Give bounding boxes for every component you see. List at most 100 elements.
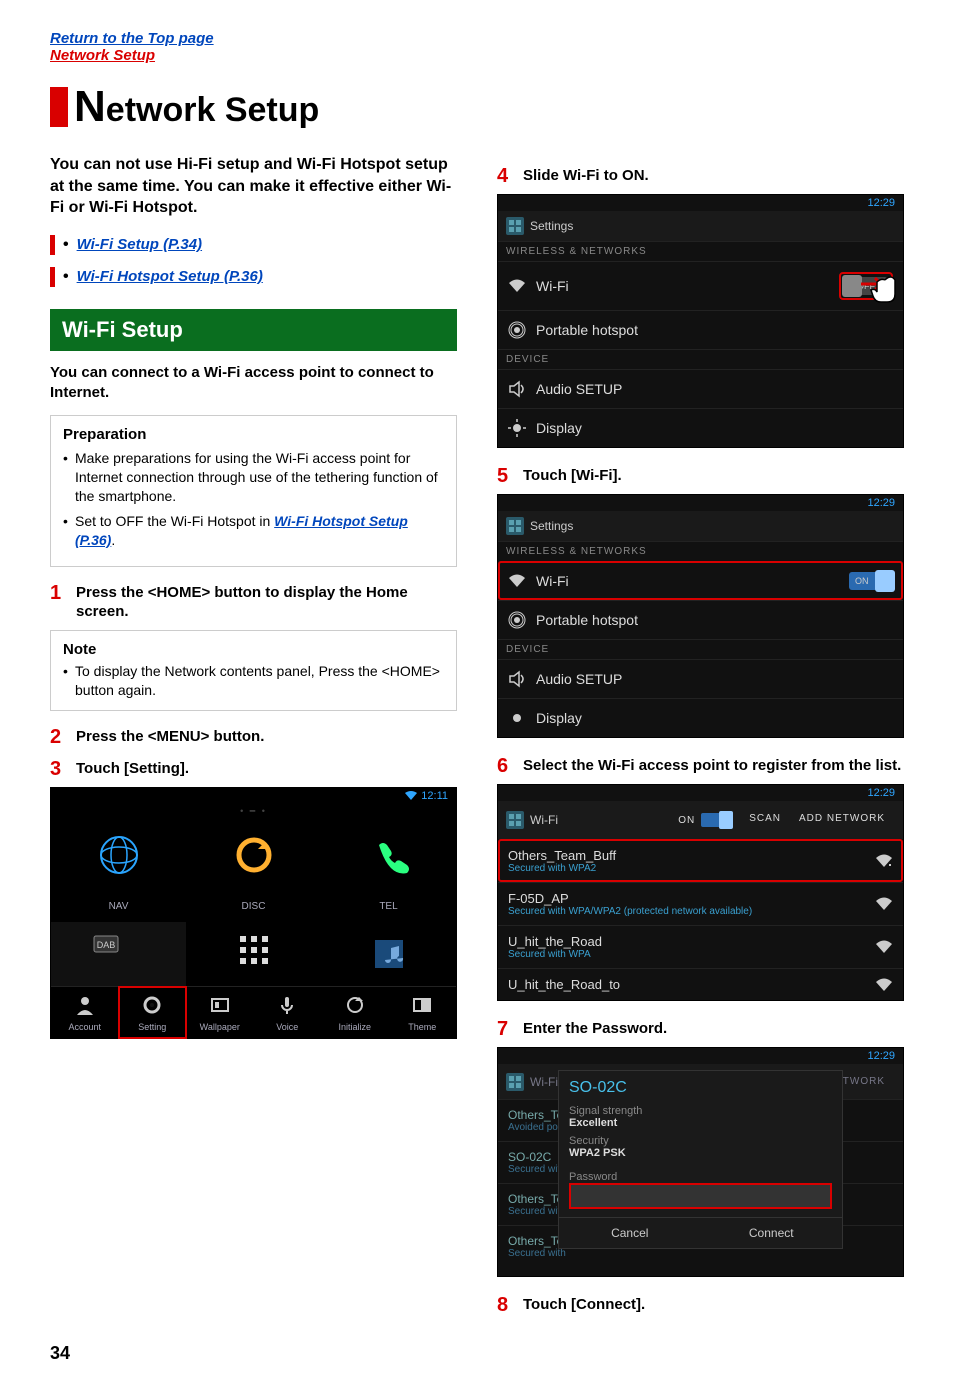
settings-title: Settings <box>530 219 573 233</box>
app-globe[interactable] <box>51 823 186 887</box>
clock: 12:11 <box>421 790 448 802</box>
section-lead: You can connect to a Wi-Fi access point … <box>50 363 457 404</box>
wifi-entry-1[interactable]: F-05D_APSecured with WPA/WPA2 (protected… <box>498 882 903 925</box>
app-dab[interactable]: DAB <box>51 922 186 986</box>
person-icon <box>75 995 95 1015</box>
link-wifi-setup: • Wi-Fi Setup (P.34) <box>50 235 457 255</box>
preparation-box: Preparation Make preparations for using … <box>50 415 457 566</box>
header-wireless: WIRELESS & NETWORKS <box>498 541 903 561</box>
note-title: Note <box>63 641 444 658</box>
app-phone[interactable] <box>321 823 456 887</box>
bottom-setting[interactable]: Setting <box>119 987 187 1038</box>
dialog-ssid: SO-02C <box>559 1071 842 1105</box>
page-title: Network Setup <box>50 82 904 132</box>
step-4: 4 Slide Wi-Fi to ON. <box>497 166 904 186</box>
note-text: To display the Network contents panel, P… <box>63 662 444 700</box>
add-network-button[interactable]: ADD NETWORK <box>799 813 885 827</box>
app-nav[interactable]: NAV <box>51 887 186 922</box>
settings-grid-icon <box>506 811 524 829</box>
screenshot-password-dialog: 12:29 Wi-Fi ADD NETWORK Others_TeaAvoide… <box>497 1047 904 1277</box>
step-2: 2 Press the <MENU> button. <box>50 727 457 747</box>
row-wifi[interactable]: Wi-Fi OFF <box>498 261 903 310</box>
screenshot-home: 12:11 • ━ • NAV DISC TEL DAB Account <box>50 787 457 1039</box>
dialog-connect-button[interactable]: Connect <box>701 1218 843 1248</box>
dialog-cancel-button[interactable]: Cancel <box>559 1218 701 1248</box>
wifi-entry-2[interactable]: U_hit_the_RoadSecured with WPA <box>498 925 903 968</box>
preparation-title: Preparation <box>63 426 444 443</box>
settings-title: Settings <box>530 519 573 533</box>
bottom-initialize[interactable]: Initialize <box>321 987 389 1038</box>
app-refresh[interactable] <box>186 823 321 887</box>
wifi-signal-icon <box>875 978 893 992</box>
wifi-icon <box>508 277 526 295</box>
header-links: Return to the Top page Network Setup <box>50 30 904 64</box>
app-music[interactable] <box>321 922 456 986</box>
step-6: 6 Select the Wi-Fi access point to regis… <box>497 756 904 776</box>
header-device: DEVICE <box>498 639 903 659</box>
row-display[interactable]: Display <box>498 408 903 447</box>
gear-icon <box>142 995 162 1015</box>
app-tel[interactable]: TEL <box>321 887 456 922</box>
bottom-voice[interactable]: Voice <box>254 987 322 1038</box>
step-8: 8 Touch [Connect]. <box>497 1295 904 1315</box>
link-wifi-hotspot-anchor[interactable]: Wi-Fi Hotspot Setup (P.36) <box>77 268 263 285</box>
screenshot-settings-off: 12:29 Settings WIRELESS & NETWORKS Wi-Fi… <box>497 194 904 448</box>
theme-icon <box>412 995 432 1015</box>
screenshot-wifi-list: 12:29 Wi-Fi ON SCAN ADD NETWORK Others_T… <box>497 784 904 1001</box>
row-hotspot[interactable]: Portable hotspot <box>498 600 903 639</box>
step-1: 1 Press the <HOME> button to display the… <box>50 583 457 622</box>
wifi-entry-3[interactable]: U_hit_the_Road_to <box>498 968 903 1000</box>
settings-grid-icon <box>506 217 524 235</box>
wifi-connect-dialog: SO-02C Signal strength Excellent Securit… <box>558 1070 843 1249</box>
display-icon <box>508 419 526 437</box>
svg-text:DAB: DAB <box>96 940 115 950</box>
header-device: DEVICE <box>498 349 903 369</box>
wifi-toggle-on[interactable]: ON <box>849 572 893 590</box>
accent-tick <box>50 267 55 287</box>
link-wifi-setup-anchor[interactable]: Wi-Fi Setup (P.34) <box>77 236 202 253</box>
speaker-icon <box>508 380 526 398</box>
wifi-title: Wi-Fi <box>530 813 558 827</box>
wifi-signal-icon <box>875 897 893 911</box>
scan-button[interactable]: SCAN <box>749 813 781 827</box>
header-wireless: WIRELESS & NETWORKS <box>498 241 903 261</box>
wifi-icon <box>508 572 526 590</box>
link-network-setup[interactable]: Network Setup <box>50 47 904 64</box>
bottom-account[interactable]: Account <box>51 987 119 1038</box>
bottom-theme[interactable]: Theme <box>389 987 457 1038</box>
app-disc[interactable]: DISC <box>186 887 321 922</box>
row-audio[interactable]: Audio SETUP <box>498 369 903 408</box>
clock: 12:29 <box>867 497 895 509</box>
step-7: 7 Enter the Password. <box>497 1019 904 1039</box>
clock: 12:29 <box>867 787 895 799</box>
wifi-signal-icon <box>875 854 893 868</box>
row-display[interactable]: Display <box>498 698 903 737</box>
step-5: 5 Touch [Wi-Fi]. <box>497 466 904 486</box>
row-audio[interactable]: Audio SETUP <box>498 659 903 698</box>
row-wifi-highlighted[interactable]: Wi-Fi ON <box>498 561 903 600</box>
clock: 12:29 <box>867 1050 895 1062</box>
link-top-page[interactable]: Return to the Top page <box>50 30 904 47</box>
settings-grid-icon <box>506 517 524 535</box>
prep-item-2: Set to OFF the Wi-Fi Hotspot in Wi-Fi Ho… <box>63 512 444 550</box>
speaker-icon <box>508 670 526 688</box>
clock: 12:29 <box>867 197 895 209</box>
intro-paragraph: You can not use Hi-Fi setup and Wi-Fi Ho… <box>50 154 457 219</box>
wifi-signal-icon <box>875 940 893 954</box>
settings-grid-icon <box>506 1073 524 1091</box>
prep-item-1: Make preparations for using the Wi-Fi ac… <box>63 449 444 506</box>
wifi-entry-0[interactable]: Others_Team_BuffSecured with WPA2 <box>498 839 903 882</box>
wifi-status-icon <box>405 791 417 801</box>
wallpaper-icon <box>210 995 230 1015</box>
bottom-wallpaper[interactable]: Wallpaper <box>186 987 254 1038</box>
row-hotspot[interactable]: Portable hotspot <box>498 310 903 349</box>
mic-icon <box>277 995 297 1015</box>
hotspot-icon <box>508 321 526 339</box>
title-dropcap: N <box>74 82 106 131</box>
wifi-switch[interactable]: ON <box>678 813 731 827</box>
hotspot-icon <box>508 611 526 629</box>
note-box: Note To display the Network contents pan… <box>50 630 457 711</box>
app-apps[interactable] <box>186 922 321 986</box>
password-input[interactable] <box>569 1183 832 1209</box>
display-icon <box>508 709 526 727</box>
